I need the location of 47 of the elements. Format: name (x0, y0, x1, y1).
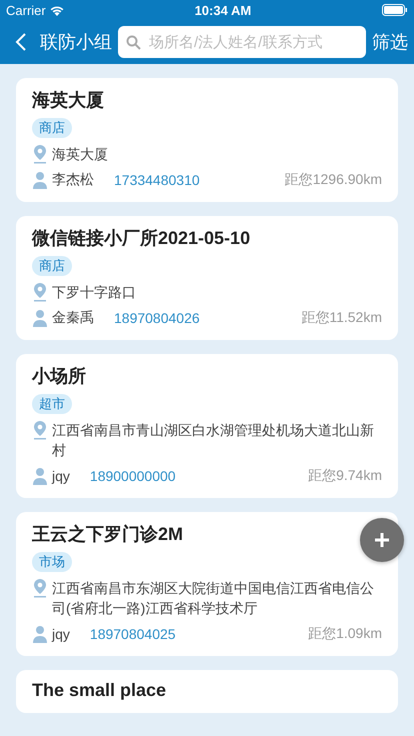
contact-name: 金秦禹 (52, 309, 94, 327)
carrier-label: Carrier (6, 2, 46, 18)
location-pin-icon (32, 420, 48, 440)
place-name: 微信链接小厂所2021-05-10 (32, 227, 252, 250)
place-name: 王云之下罗门诊2M (32, 523, 184, 546)
contact-name: 李杰松 (52, 171, 94, 189)
phone-link[interactable]: 18970804026 (114, 310, 200, 326)
distance-text: 距您1296.90km (284, 171, 382, 189)
place-card[interactable]: 海英大厦 商店 海英大厦 李杰松 17334480310 距您1296.90km (16, 78, 398, 202)
phone-link[interactable]: 18970804025 (90, 626, 176, 642)
place-card[interactable]: 王云之下罗门诊2M 市场 江西省南昌市东湖区大院街道中国电信江西省电信公司(省府北一路)江西省科学技术厅 jqy 18970804025 距您1.09km (16, 512, 398, 656)
address-text: 江西省南昌市青山湖区白水湖管理处机场大道北山新村 (52, 421, 375, 460)
place-card[interactable]: 微信链接小厂所2021-05-10 商店 下罗十字路口 金秦禹 18970804026 距您11.52km (16, 216, 398, 340)
address-text: 海英大厦 (52, 145, 109, 164)
location-pin-icon (32, 282, 48, 302)
contact-name: jqy (52, 626, 70, 642)
phone-link[interactable]: 18900000000 (90, 468, 176, 484)
place-name: 海英大厦 (32, 89, 105, 112)
place-name: 小场所 (32, 365, 87, 388)
clock-time: 10:34 AM (194, 2, 252, 18)
category-tag: 商店 (32, 118, 72, 138)
category-tag: 市场 (32, 552, 72, 572)
filter-button[interactable]: 筛选 (372, 30, 408, 54)
place-name: The small place (32, 680, 168, 701)
distance-text: 距您1.09km (308, 625, 382, 643)
nav-title: 联防小组 (40, 31, 112, 54)
location-pin-icon (32, 144, 48, 164)
address-text: 下罗十字路口 (52, 283, 137, 302)
distance-text: 距您11.52km (301, 309, 382, 327)
contact-name: jqy (52, 468, 70, 484)
address-text: 江西省南昌市东湖区大院街道中国电信江西省电信公司(省府北一路)江西省科学技术厅 (52, 579, 375, 618)
person-icon (32, 170, 48, 190)
person-icon (32, 308, 48, 328)
location-pin-icon (32, 578, 48, 598)
wifi-icon (50, 4, 64, 16)
place-card[interactable]: The small place (16, 670, 398, 713)
battery-icon (382, 4, 408, 16)
search-field[interactable]: 场所名/法人姓名/联系方式 (118, 26, 366, 58)
person-icon (32, 624, 48, 644)
category-tag: 商店 (32, 256, 72, 276)
person-icon (32, 466, 48, 486)
distance-text: 距您9.74km (308, 467, 382, 485)
plus-icon (373, 531, 391, 549)
phone-link[interactable]: 17334480310 (114, 172, 200, 188)
place-card[interactable]: 小场所 超市 江西省南昌市青山湖区白水湖管理处机场大道北山新村 jqy 18900000000 距您9.74km (16, 354, 398, 498)
search-icon (126, 34, 141, 50)
category-tag: 超市 (32, 394, 72, 414)
